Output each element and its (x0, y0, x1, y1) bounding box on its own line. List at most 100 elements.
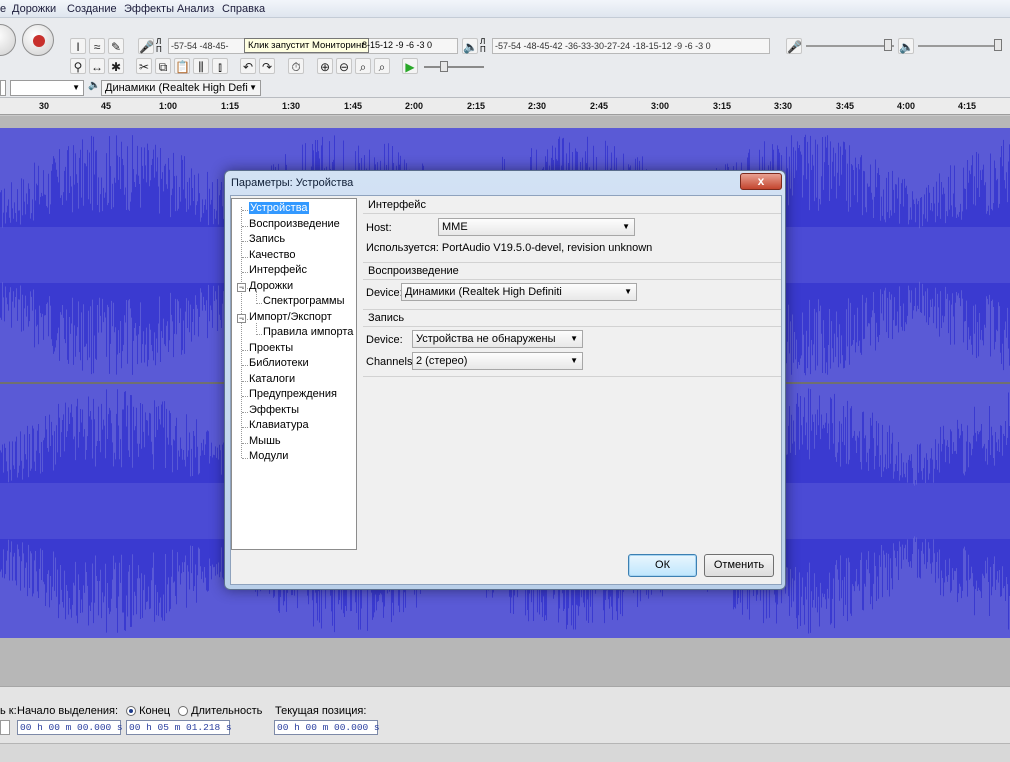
pause-button[interactable] (0, 24, 16, 56)
cut-icon[interactable]: ✂ (136, 58, 152, 74)
snap-to-combo[interactable] (0, 720, 10, 735)
multi-tool-icon[interactable]: ✱ (108, 58, 124, 74)
tree-item-label: Устройства (249, 202, 309, 214)
input-volume-slider[interactable] (806, 45, 894, 47)
output-volume-thumb[interactable] (994, 39, 1002, 51)
tree-guide (256, 323, 257, 332)
portaudio-info: Используется: PortAudio V19.5.0-devel, r… (366, 242, 653, 254)
tree-item[interactable]: Импорт/Экспорт (249, 311, 332, 323)
tree-connector (242, 272, 248, 273)
cancel-button[interactable]: Отменить (704, 554, 774, 577)
recording-device-select[interactable]: Устройства не обнаружены ▼ (412, 330, 583, 348)
output-volume-slider[interactable] (918, 45, 1000, 47)
record-meter-channels: Л П (156, 37, 162, 54)
tree-item-label: Спектрограммы (263, 295, 345, 307)
menu-item-analyze[interactable]: Анализ (177, 3, 214, 15)
input-channels-combo[interactable]: ▼ (10, 80, 84, 96)
ruler-tick: 3:15 (713, 101, 732, 111)
tree-item[interactable]: Библиотеки (249, 357, 309, 369)
tree-guide (241, 207, 242, 458)
ruler-tick: 30 (39, 101, 50, 111)
menu-item-tracks[interactable]: Дорожки (12, 3, 56, 15)
preferences-tree[interactable]: Устройства Воспроизведение Запись Качество И… (231, 198, 357, 550)
input-volume-thumb[interactable] (884, 39, 892, 51)
output-volume-speaker-icon: 🔈 (898, 38, 914, 54)
tree-guide (256, 291, 257, 301)
undo-icon[interactable]: ↶ (240, 58, 256, 74)
record-meter-mic-icon[interactable]: 🎤 (138, 38, 154, 54)
fit-project-icon[interactable]: ⌕ (374, 58, 390, 74)
length-radio[interactable]: Длительность (178, 705, 262, 717)
envelope-tool-icon[interactable]: ≈ (89, 38, 105, 54)
menu-item-effects[interactable]: Эффекты (124, 3, 174, 15)
copy-icon[interactable]: ⧉ (155, 58, 171, 74)
host-label: Host: (366, 222, 392, 234)
play-at-speed-icon[interactable]: ▶ (402, 58, 418, 74)
selection-end-time[interactable]: 00 h 05 m 01.218 s (126, 720, 232, 735)
menu-item-help[interactable]: Справка (222, 3, 265, 15)
zoom-in-icon[interactable]: ⊕ (317, 58, 333, 74)
tree-item[interactable]: Устройства (249, 202, 309, 214)
tree-item[interactable]: Эффекты (249, 404, 299, 416)
host-select[interactable]: MME ▼ (438, 218, 635, 236)
selection-start-time[interactable]: 00 h 00 m 00.000 s (17, 720, 123, 735)
group-separator (363, 376, 781, 377)
tree-item[interactable]: Дорожки (249, 280, 293, 292)
toolbar-area: I ≈ ✎ ⚲ ↔ ✱ 🎤 Л П -57-54 -48-45- Клик за… (0, 18, 1010, 98)
selection-tool-icon[interactable]: I (70, 38, 86, 54)
tree-item[interactable]: Мышь (249, 435, 281, 447)
zoom-out-icon[interactable]: ⊖ (336, 58, 352, 74)
paste-icon[interactable]: 📋 (174, 58, 190, 74)
trim-icon[interactable]: ⫼ (193, 58, 209, 74)
playback-meter[interactable]: -57-54 -48-45-42 -36-33-30-27-24 -18-15-… (492, 38, 770, 54)
menu-item-file[interactable]: е (0, 3, 6, 15)
tree-item-label: Эффекты (249, 403, 300, 416)
group-separator (363, 326, 781, 327)
play-speed-slider[interactable] (424, 66, 484, 68)
playback-device-select[interactable]: Динамики (Realtek High Definiti ▼ (401, 283, 637, 301)
channels-select[interactable]: 2 (стерео) ▼ (412, 352, 583, 370)
close-button[interactable]: x (740, 173, 782, 190)
tree-item[interactable]: Интерфейс (249, 264, 307, 276)
tree-connector (242, 427, 248, 428)
tree-item[interactable]: Проекты (249, 342, 293, 354)
tree-connector (242, 458, 248, 459)
end-radio[interactable]: Конец (126, 705, 170, 717)
sync-lock-icon[interactable]: ⏱ (288, 58, 304, 74)
play-meter-speaker-icon[interactable]: 🔈 (462, 38, 478, 54)
preferences-dialog: Параметры: Устройства x Устройства Воспро… (224, 170, 786, 590)
ruler-tick: 1:45 (344, 101, 363, 111)
tree-item-label: Библиотеки (249, 357, 309, 369)
tree-item[interactable]: Клавиатура (249, 419, 309, 431)
tree-connector (242, 241, 248, 242)
silence-icon[interactable]: ⫾ (212, 58, 228, 74)
audio-position-time[interactable]: 00 h 00 m 00.000 s (274, 720, 380, 735)
tree-item[interactable]: Запись (249, 233, 285, 245)
fit-selection-icon[interactable]: ⌕ (355, 58, 371, 74)
audio-position-label: Текущая позиция: (275, 705, 367, 717)
host-combo[interactable] (0, 80, 6, 96)
record-button[interactable] (22, 24, 54, 56)
tree-item[interactable]: Каталоги (249, 373, 295, 385)
tree-item[interactable]: Предупреждения (249, 388, 337, 400)
tree-item[interactable]: Спектрограммы (263, 295, 345, 307)
ok-button[interactable]: ОК (628, 554, 697, 577)
ruler-tick: 2:30 (528, 101, 547, 111)
tree-connector (242, 225, 248, 227)
zoom-tool-icon[interactable]: ⚲ (70, 58, 86, 74)
tree-item[interactable]: Модули (249, 450, 288, 462)
chevron-down-icon: ▼ (624, 287, 632, 296)
draw-tool-icon[interactable]: ✎ (108, 38, 124, 54)
record-meter-scale: -57-54 -48-45- (171, 41, 229, 51)
menu-item-generate[interactable]: Создание (67, 3, 117, 15)
play-speed-thumb[interactable] (440, 61, 448, 72)
tree-item-label: Каталоги (249, 372, 296, 385)
tree-item[interactable]: Воспроизведение (249, 218, 340, 230)
redo-icon[interactable]: ↷ (259, 58, 275, 74)
ruler-tick: 45 (101, 101, 112, 111)
output-device-combo[interactable]: Динамики (Realtek High Defi ▼ (101, 80, 261, 96)
tree-item[interactable]: Правила импорта (263, 326, 353, 338)
timeline-ruler[interactable]: 30 45 1:00 1:15 1:30 1:45 2:00 2:15 2:30… (0, 98, 1010, 115)
tree-item[interactable]: Качество (249, 249, 296, 261)
time-shift-tool-icon[interactable]: ↔ (89, 58, 105, 74)
